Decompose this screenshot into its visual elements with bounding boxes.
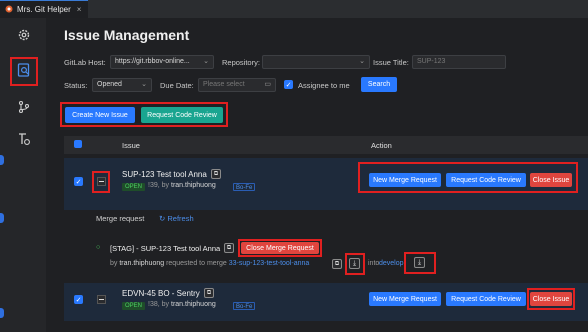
branches-nav-button[interactable] (12, 96, 36, 120)
tab-title: Mrs. Git Helper (17, 5, 71, 14)
sidebar-indicator (0, 308, 4, 318)
merge-request-title[interactable]: [STAG] - SUP-123 Test tool Anna (110, 244, 220, 253)
into-label: into (368, 260, 380, 267)
gitlab-host-label: GitLab Host: (64, 58, 106, 67)
close-icon[interactable]: × (77, 5, 82, 14)
close-merge-request-button[interactable]: Close Merge Request (241, 242, 319, 254)
sidebar-indicator (0, 213, 4, 223)
tab-mrs-git-helper[interactable]: Mrs. Git Helper × (0, 0, 88, 18)
refresh-icon: ↻ (159, 214, 166, 223)
select-all-checkbox[interactable] (74, 140, 82, 148)
status-select[interactable]: Opened ⌄ (92, 78, 152, 92)
assignee-label: Assignee to me (298, 81, 350, 90)
request-code-review-button[interactable]: Request Code Review (446, 173, 526, 187)
collapse-toggle[interactable] (97, 177, 106, 186)
close-issue-button[interactable]: Close Issue (530, 292, 572, 306)
issues-nav-button[interactable] (12, 59, 36, 83)
collapse-toggle[interactable] (97, 295, 106, 304)
issue-meta: !38, by tran.thiphuong (148, 301, 216, 308)
refresh-link[interactable]: ↻ Refresh (159, 214, 194, 223)
sidebar-indicator (0, 155, 4, 165)
chevron-down-icon: ⌄ (141, 81, 147, 88)
issue-title[interactable]: EDVN-45 BO - Sentry (122, 289, 200, 298)
repository-select[interactable]: ⌄ (262, 55, 370, 69)
chevron-down-icon: ⌄ (359, 58, 365, 65)
merge-settings-icon (17, 132, 31, 148)
issue-title-input[interactable]: SUP-123 (412, 55, 506, 69)
issue-search-icon (17, 62, 31, 80)
due-date-label: Due Date: (160, 81, 194, 90)
new-merge-request-button[interactable]: New Merge Request (369, 292, 441, 306)
copy-icon[interactable]: ⧉ (224, 243, 234, 253)
label-badge: Bo-Fe (233, 302, 256, 310)
issue-title-label: Issue Title: (373, 58, 409, 67)
row-checkbox[interactable]: ✓ (74, 177, 83, 186)
label-badge: Bo-Fe (233, 183, 256, 191)
table-header (64, 136, 588, 154)
search-button[interactable]: Search (361, 77, 397, 92)
gear-icon (17, 28, 31, 44)
issue-title[interactable]: SUP-123 Test tool Anna (122, 170, 207, 179)
page-title: Issue Management (64, 27, 190, 43)
app-icon (5, 5, 13, 15)
column-issue: Issue (122, 141, 140, 150)
request-code-review-button[interactable]: Request Code Review (141, 107, 223, 123)
assignee-checkbox[interactable]: ✓ (284, 80, 293, 89)
target-branch-link[interactable]: develop (379, 260, 404, 267)
settings-button[interactable] (12, 24, 36, 48)
git-branch-icon (17, 100, 31, 116)
issue-meta: !39, by tran.thiphuong (148, 182, 216, 189)
merge-requests-nav-button[interactable] (12, 128, 36, 152)
gitlab-host-select[interactable]: https://git.rbbov-online... ⌄ (110, 55, 214, 69)
merge-request-meta: by tran.thiphuong requested to merge 33-… (110, 260, 310, 267)
repository-label: Repository: (222, 58, 260, 67)
merge-request-label: Merge request (96, 214, 145, 223)
close-issue-button[interactable]: Close Issue (530, 173, 572, 187)
status-badge: OPEN (122, 302, 146, 310)
create-new-issue-button[interactable]: Create New Issue (65, 107, 135, 123)
download-icon[interactable]: ⤓ (414, 257, 425, 268)
chevron-down-icon: ⌄ (203, 58, 209, 65)
column-action: Action (371, 141, 392, 150)
copy-icon[interactable]: ⧉ (211, 169, 221, 179)
request-code-review-button[interactable]: Request Code Review (446, 292, 526, 306)
copy-icon[interactable]: ⧉ (204, 288, 214, 298)
new-merge-request-button[interactable]: New Merge Request (369, 173, 441, 187)
calendar-icon: ▭ (264, 81, 271, 88)
download-icon[interactable]: ⤓ (349, 258, 360, 269)
tab-bar: Mrs. Git Helper × (0, 0, 588, 18)
copy-icon[interactable]: ⧉ (332, 259, 342, 269)
issue-management-panel: Issue Management GitLab Host: https://gi… (46, 18, 588, 332)
activity-sidebar (0, 18, 47, 332)
row-checkbox[interactable]: ✓ (74, 295, 83, 304)
status-label: Status: (64, 81, 88, 90)
due-date-picker[interactable]: Please select ▭ (198, 78, 276, 92)
open-status-icon: ○ (96, 244, 101, 251)
status-badge: OPEN (122, 183, 146, 191)
